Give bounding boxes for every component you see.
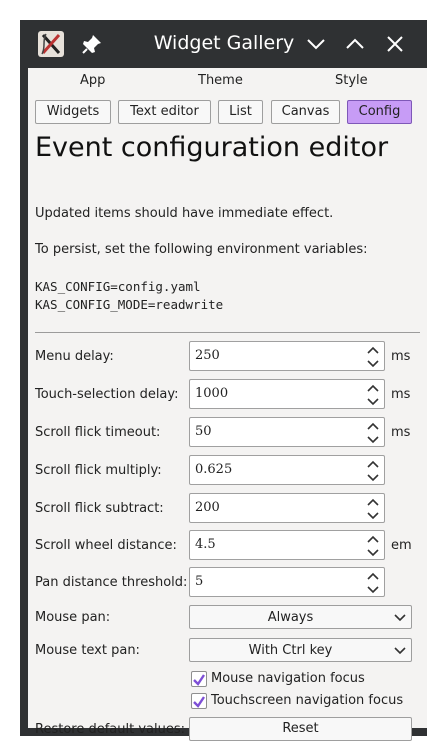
maximize-button[interactable] — [343, 32, 367, 56]
intro-text: Updated items should have immediate effe… — [35, 206, 334, 221]
menu-theme[interactable]: Theme — [198, 73, 243, 88]
close-icon — [387, 36, 403, 52]
app-logo-icon[interactable] — [38, 31, 64, 57]
chevron-down-icon — [307, 39, 325, 50]
tab-canvas[interactable]: Canvas — [271, 100, 340, 124]
scroll-flick-timeout-input[interactable]: 50 — [189, 417, 385, 447]
scroll-wheel-distance-input[interactable]: 4.5 — [189, 530, 385, 560]
persist-text: To persist, set the following environmen… — [35, 242, 368, 257]
main-content: App Theme Style Widgets Text editor List… — [28, 68, 427, 741]
checkbox-box[interactable] — [191, 671, 207, 687]
pan-distance-threshold-input[interactable]: 5 — [189, 567, 385, 597]
mouse-text-pan-label: Mouse text pan: — [35, 643, 140, 658]
tab-list[interactable]: List — [218, 100, 263, 124]
tab-config[interactable]: Config — [347, 100, 412, 124]
restore-defaults-label: Restore default values: — [35, 722, 185, 737]
menu-delay-input[interactable]: 250 — [189, 341, 385, 371]
scroll-flick-timeout-value: 50 — [195, 424, 212, 439]
mouse-navigation-focus-label: Mouse navigation focus — [211, 671, 365, 686]
chevron-down-icon — [394, 647, 406, 655]
spin-arrows-icon[interactable] — [366, 344, 380, 370]
menu-style[interactable]: Style — [335, 73, 368, 88]
scroll-wheel-distance-label: Scroll wheel distance: — [35, 538, 177, 553]
touch-selection-delay-input[interactable]: 1000 — [189, 379, 385, 409]
tab-text-editor[interactable]: Text editor — [118, 100, 211, 124]
page-title: Event configuration editor — [35, 132, 389, 163]
menu-delay-label: Menu delay: — [35, 349, 114, 364]
checkbox-box[interactable] — [191, 693, 207, 709]
pan-distance-threshold-label: Pan distance threshold: — [35, 575, 188, 590]
spin-arrows-icon[interactable] — [366, 382, 380, 408]
scroll-flick-multiply-input[interactable]: 0.625 — [189, 455, 385, 485]
touch-selection-delay-value: 1000 — [195, 386, 229, 401]
chevron-up-icon — [346, 38, 364, 49]
touch-selection-delay-unit: ms — [391, 387, 411, 402]
mouse-text-pan-select[interactable]: With Ctrl key — [189, 638, 412, 662]
spin-arrows-icon[interactable] — [366, 570, 380, 596]
app-window: Widget Gallery App Theme Style Widgets T… — [20, 20, 427, 741]
env-config-line: KAS_CONFIG=config.yaml — [35, 279, 201, 294]
menu-app[interactable]: App — [80, 73, 105, 88]
touchscreen-navigation-focus-label: Touchscreen navigation focus — [211, 693, 404, 708]
reset-button[interactable]: Reset — [189, 717, 412, 741]
scroll-flick-subtract-label: Scroll flick subtract: — [35, 501, 164, 516]
checkmark-icon — [193, 696, 205, 708]
spin-arrows-icon[interactable] — [366, 496, 380, 522]
window-title: Widget Gallery — [153, 32, 295, 54]
mouse-pan-select[interactable]: Always — [189, 605, 412, 629]
scroll-flick-subtract-value: 200 — [195, 500, 220, 515]
menu-bar: App Theme Style — [28, 68, 427, 94]
mouse-pan-label: Mouse pan: — [35, 610, 111, 625]
scroll-flick-subtract-input[interactable]: 200 — [189, 493, 385, 523]
scroll-flick-multiply-value: 0.625 — [195, 462, 233, 477]
mouse-text-pan-value: With Ctrl key — [248, 643, 333, 658]
mouse-pan-value: Always — [267, 610, 314, 625]
spin-arrows-icon[interactable] — [366, 458, 380, 484]
menu-delay-value: 250 — [195, 348, 220, 363]
touch-selection-delay-label: Touch-selection delay: — [35, 387, 179, 402]
menu-delay-unit: ms — [391, 349, 411, 364]
tab-widgets[interactable]: Widgets — [35, 100, 111, 124]
env-mode-line: KAS_CONFIG_MODE=readwrite — [35, 297, 224, 312]
minimize-button[interactable] — [304, 32, 328, 56]
scroll-flick-timeout-label: Scroll flick timeout: — [35, 425, 161, 440]
scroll-flick-multiply-label: Scroll flick multiply: — [35, 463, 162, 478]
spin-arrows-icon[interactable] — [366, 420, 380, 446]
pin-icon[interactable] — [80, 32, 104, 56]
scroll-flick-timeout-unit: ms — [391, 425, 411, 440]
scroll-wheel-distance-unit: em — [391, 538, 412, 553]
checkmark-icon — [193, 674, 205, 686]
chevron-down-icon — [394, 614, 406, 622]
close-button[interactable] — [383, 32, 407, 56]
pan-distance-threshold-value: 5 — [195, 574, 204, 589]
title-bar: Widget Gallery — [20, 20, 427, 68]
separator — [35, 332, 420, 333]
spin-arrows-icon[interactable] — [366, 533, 380, 559]
scroll-wheel-distance-value: 4.5 — [195, 537, 216, 552]
